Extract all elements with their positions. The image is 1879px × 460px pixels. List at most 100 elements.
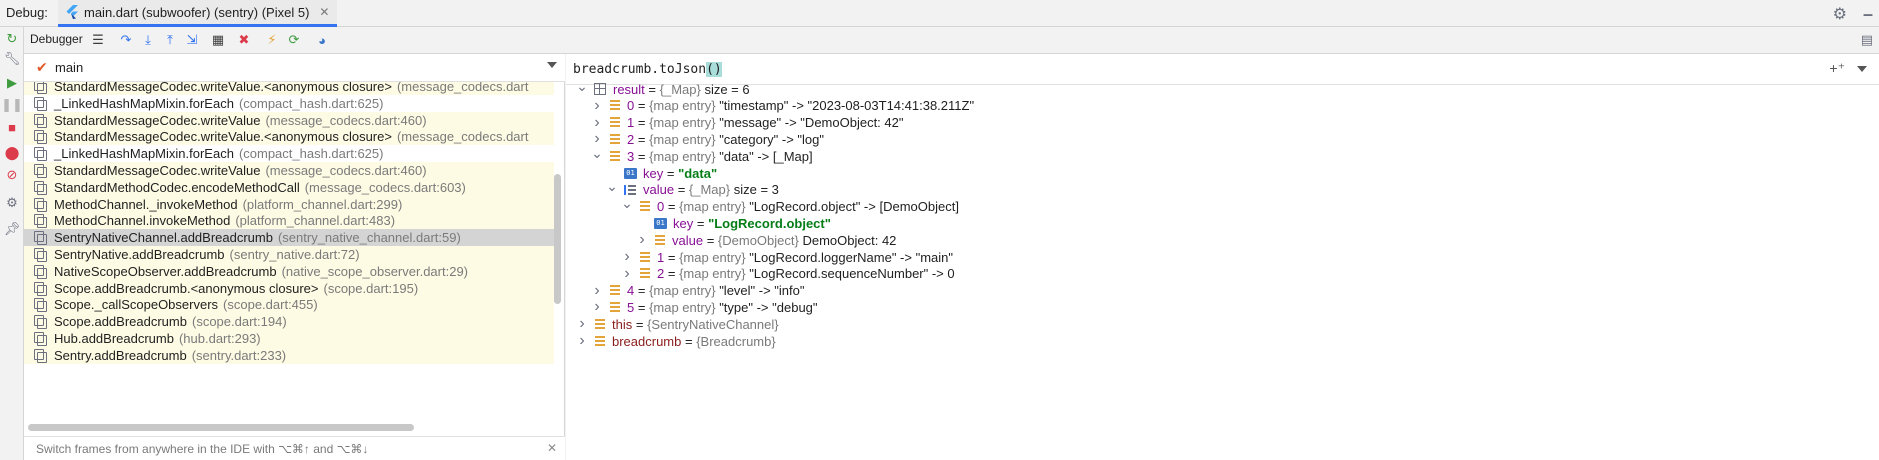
settings-icon[interactable]: ⚙	[4, 195, 20, 211]
frame-row[interactable]: SentryNative.addBreadcrumb (sentry_native…	[24, 246, 554, 263]
resume-icon[interactable]: ▶	[4, 75, 20, 91]
chevron-down-icon[interactable]: ⌄	[576, 78, 588, 94]
menu-icon[interactable]: ☰	[90, 32, 106, 48]
chevron-down-icon[interactable]: ⌄	[621, 195, 633, 211]
run-to-cursor-icon[interactable]: ⇲	[184, 32, 200, 48]
frame-row[interactable]: Scope.addBreadcrumb.<anonymous closure>(…	[24, 279, 554, 297]
tab-main-dart[interactable]: main.dart (subwoofer) (sentry) (Pixel 5)…	[58, 0, 338, 27]
frame-row[interactable]: StandardMessageCodec.writeValue (message_…	[24, 111, 554, 129]
chevron-right-icon[interactable]: ›	[591, 114, 603, 131]
minimize-icon[interactable]: –	[1863, 5, 1873, 23]
lightning-icon[interactable]: ⚡	[264, 32, 280, 48]
frame-location: (compact_hash.dart:625)	[238, 146, 384, 162]
chevron-right-icon[interactable]: ›	[636, 231, 648, 248]
close-icon[interactable]: ✕	[319, 5, 329, 19]
step-over-icon[interactable]: ↷	[118, 32, 134, 48]
equals-sign: =	[634, 115, 650, 131]
frame-icon	[34, 96, 47, 111]
map-entry-icon	[609, 301, 621, 313]
chevron-right-icon[interactable]: ›	[576, 332, 588, 349]
frame-row[interactable]: StandardMessageCodec.writeValue (message_…	[24, 162, 554, 179]
frame-function: Sentry.addBreadcrumb	[54, 347, 187, 363]
tab-debugger[interactable]: Debugger	[30, 32, 83, 46]
frame-icon	[34, 332, 47, 346]
frame-location: (platform_channel.dart:483)	[235, 213, 396, 229]
step-into-icon[interactable]: ⤓	[140, 32, 156, 48]
view-breakpoints-icon[interactable]: ⬤	[4, 145, 20, 161]
frame-row[interactable]: Scope._callScopeObservers (scope.dart:455…	[24, 296, 554, 314]
devtools-icon[interactable]: ◕	[314, 32, 330, 48]
frame-location: (native_scope_observer.dart:29)	[281, 263, 469, 279]
hot-restart-icon[interactable]: ⟳	[286, 32, 302, 48]
map-entry-icon	[654, 234, 666, 246]
variable-value: "LogRecord.sequenceNumber" -> 0	[749, 266, 955, 282]
hint-bar: Switch frames from anywhere in the IDE w…	[24, 436, 565, 460]
primitive-icon: 01	[654, 217, 667, 229]
frame-icon	[34, 315, 47, 330]
layout-icon[interactable]: ▤	[1861, 32, 1873, 48]
chevron-right-icon[interactable]: ›	[621, 248, 633, 265]
evaluate-expression-icon[interactable]: ▦	[210, 32, 226, 48]
chevron-right-icon[interactable]: ›	[591, 298, 603, 315]
debugger-toolbar: Debugger ☰ ↷ ⤓ ⤒ ⇲ ▦ ✖ ⚡ ⟳ ◕ ▤	[24, 27, 1879, 54]
chevron-down-icon[interactable]: ⌄	[606, 178, 618, 194]
chevron-right-icon[interactable]: ›	[576, 315, 588, 332]
thread-selector[interactable]: ✔ main	[24, 54, 565, 82]
frame-icon	[34, 130, 47, 145]
frame-row[interactable]: StandardMessageCodec.writeValue.<anonymo…	[24, 128, 554, 146]
frame-row[interactable]: NativeScopeObserver.addBreadcrumb (native…	[24, 262, 554, 280]
chevron-right-icon[interactable]: ›	[591, 282, 603, 299]
equals-sign: =	[693, 215, 709, 231]
rerun-icon[interactable]: ↻	[4, 31, 20, 47]
frame-function: StandardMessageCodec.writeValue	[54, 112, 261, 128]
frame-row[interactable]: _LinkedHashMapMixin.forEach (compact_hash…	[24, 95, 554, 112]
frame-row[interactable]: Sentry.addBreadcrumb (sentry.dart:233)	[24, 346, 554, 364]
frame-row[interactable]: Hub.addBreadcrumb (hub.dart:293)	[24, 330, 554, 347]
close-icon[interactable]: ✕	[547, 441, 557, 455]
frame-row[interactable]: MethodChannel._invokeMethod (platform_cha…	[24, 195, 554, 213]
add-watch-icon[interactable]: +⁺	[1829, 60, 1845, 77]
left-toolbar: ↻ 🔧︎ ▶ ❚❚ ■ ⬤ ⊘ ⚙ 📌︎	[0, 27, 24, 460]
frame-function: StandardMessageCodec.writeValue	[54, 163, 261, 178]
frame-row[interactable]: _LinkedHashMapMixin.forEach (compact_hash…	[24, 145, 554, 162]
frame-location: (scope.dart:195)	[323, 280, 419, 296]
pause-icon[interactable]: ❚❚	[1, 97, 23, 113]
pin-icon[interactable]: 📌︎	[4, 221, 21, 237]
frame-icon	[34, 113, 47, 128]
stop-icon[interactable]: ■	[4, 119, 20, 135]
gear-icon[interactable]: ⚙	[1833, 4, 1847, 24]
variable-value: "message" -> "DemoObject: 42"	[719, 115, 904, 131]
map-entry-icon	[639, 251, 651, 263]
horizontal-scrollbar[interactable]	[28, 424, 414, 431]
map-entry-icon	[609, 117, 621, 128]
frame-icon	[34, 214, 47, 229]
vertical-scrollbar[interactable]	[554, 174, 561, 304]
equals-sign: =	[634, 299, 650, 315]
step-out-icon[interactable]: ⤒	[162, 32, 178, 48]
frame-icon	[34, 164, 47, 178]
frame-row[interactable]: MethodChannel.invokeMethod (platform_chan…	[24, 212, 554, 230]
chevron-down-icon[interactable]: ⌄	[591, 145, 603, 161]
chevron-right-icon[interactable]: ›	[621, 265, 633, 282]
frame-row[interactable]: SentryNativeChannel.addBreadcrumb (sentry…	[24, 229, 554, 247]
frame-row[interactable]: Scope.addBreadcrumb (scope.dart:194)	[24, 313, 554, 331]
variable-name: breadcrumb	[612, 333, 682, 349]
chevron-right-icon[interactable]: ›	[591, 97, 603, 114]
frame-location: (message_codecs.dart	[396, 82, 529, 94]
variable-name: value	[643, 182, 675, 198]
chevron-down-icon[interactable]	[547, 62, 557, 68]
drop-frame-icon[interactable]: ✖	[236, 32, 252, 48]
frame-row[interactable]: StandardMethodCodec.encodeMethodCall (mes…	[24, 178, 554, 196]
frame-function: SentryNative.addBreadcrumb	[54, 247, 225, 262]
variable-name: 5	[627, 299, 635, 315]
chevron-right-icon[interactable]: ›	[591, 130, 603, 147]
expression-field[interactable]: breadcrumb.toJson() +⁺	[566, 54, 1879, 85]
wrench-icon[interactable]: 🔧︎	[4, 51, 21, 67]
variable-row[interactable]: › breadcrumb = {Breadcrumb}	[576, 331, 779, 351]
map-entry-icon	[609, 100, 621, 111]
flutter-icon	[66, 5, 78, 19]
chevron-down-icon[interactable]	[1857, 66, 1867, 72]
mute-breakpoints-icon[interactable]: ⊘	[4, 167, 20, 183]
frame-row[interactable]: StandardMessageCodec.writeValue.<anonymo…	[24, 82, 554, 95]
variable-name: 0	[657, 199, 665, 215]
